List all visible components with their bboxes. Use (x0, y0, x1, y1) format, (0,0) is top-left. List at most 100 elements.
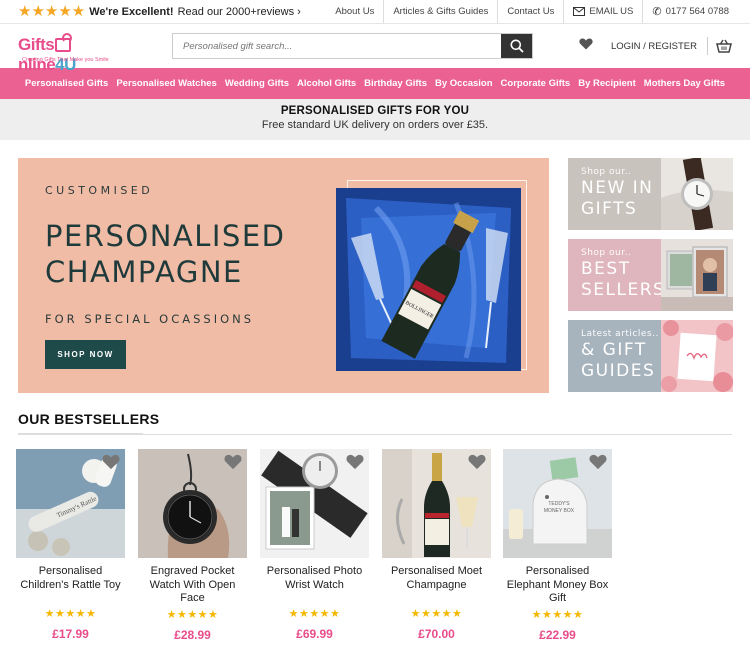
hero-kicker: CUSTOMISED (45, 184, 154, 197)
nav-alcohol-gifts[interactable]: Alcohol Gifts (297, 78, 356, 89)
phone-link[interactable]: ✆ 0177 564 0788 (642, 0, 738, 23)
hero-subtitle: FOR SPECIAL OCASSIONS (45, 312, 255, 326)
wishlist-heart-icon[interactable] (579, 37, 593, 55)
basket-icon[interactable] (716, 39, 732, 53)
shop-now-button[interactable]: SHOP NOW (45, 340, 126, 369)
product-image[interactable]: Timmy's Rattle (16, 449, 125, 558)
tile-gift-guides-big2: GUIDES (581, 361, 656, 381)
product-price: £17.99 (52, 627, 89, 641)
login-register-link[interactable]: LOGIN / REGISTER (611, 37, 708, 55)
product-image[interactable] (138, 449, 247, 558)
wishlist-heart-icon[interactable] (589, 454, 607, 470)
bestsellers-heading: OUR BESTSELLERS (18, 411, 160, 427)
hero-title-line2: CHAMPAGNE (45, 255, 243, 289)
product-price: £28.99 (174, 627, 211, 642)
product-card[interactable]: TEDDY'S MONEY BOX Personalised Elephant … (503, 449, 612, 642)
product-card[interactable]: Timmy's Rattle Personalised Children's R… (16, 449, 125, 641)
email-us-link[interactable]: EMAIL US (563, 0, 642, 23)
nav-wedding-gifts[interactable]: Wedding Gifts (225, 78, 289, 89)
tile-best-sellers-big2: SELLERS (581, 280, 666, 300)
product-rating-stars-icon: ★★★★★ (288, 608, 341, 620)
nav-personalised-watches[interactable]: Personalised Watches (116, 78, 217, 89)
phone-icon: ✆ (652, 6, 662, 18)
promo-strip: PERSONALISED GIFTS FOR YOU Free standard… (0, 99, 750, 140)
svg-text:MONEY BOX: MONEY BOX (544, 508, 575, 514)
wishlist-heart-icon[interactable] (468, 454, 486, 470)
tile-new-in-big2: GIFTS (581, 199, 638, 219)
product-rating-stars-icon: ★★★★★ (44, 608, 97, 620)
product-name[interactable]: Personalised Moet Champagne (382, 565, 491, 605)
nav-personalised-gifts[interactable]: Personalised Gifts (25, 78, 108, 89)
contact-us-link[interactable]: Contact Us (497, 0, 563, 23)
product-card[interactable]: Personalised Moet Champagne ★★★★★ £70.00 (382, 449, 491, 641)
about-us-label: About Us (335, 6, 375, 17)
nav-by-occasion[interactable]: By Occasion (435, 78, 493, 89)
hero-title: PERSONALISED CHAMPAGNE (45, 218, 286, 290)
top-links: About Us Articles & Gifts Guides Contact… (326, 0, 738, 23)
product-name[interactable]: Personalised Photo Wrist Watch (260, 565, 369, 605)
svg-text:TEDDY'S: TEDDY'S (548, 501, 570, 507)
phone-number: 0177 564 0788 (665, 6, 729, 17)
tile-new-in-big1: NEW IN (581, 178, 654, 198)
champagne-gift-box-image: BOLLINGER (336, 188, 521, 371)
logo-tagline: Creating Gifts That Make you Smile (22, 57, 109, 63)
tile-gift-guides-big1: & GIFT (581, 340, 647, 360)
rating-stars-icon: ★★★★★ (18, 3, 86, 20)
product-rating-stars-icon: ★★★★★ (410, 608, 463, 620)
blog-card-image (661, 320, 733, 392)
product-image[interactable]: TEDDY'S MONEY BOX (503, 449, 612, 558)
hero-banner[interactable]: CUSTOMISED PERSONALISED CHAMPAGNE FOR SP… (18, 158, 549, 393)
wristwatch-image (661, 158, 733, 230)
product-price: £69.99 (296, 627, 333, 641)
photo-frames-image (661, 239, 733, 311)
email-us-label: EMAIL US (589, 6, 634, 17)
nav-mothers-day-gifts[interactable]: Mothers Day Gifts (644, 78, 725, 89)
reviews-link[interactable]: Read our 2000+reviews › (178, 6, 301, 18)
product-image[interactable] (260, 449, 369, 558)
articles-label: Articles & Gifts Guides (393, 6, 489, 17)
wishlist-heart-icon[interactable] (102, 454, 120, 470)
product-card[interactable]: Engraved Pocket Watch With Open Face ★★★… (138, 449, 247, 642)
product-name[interactable]: Personalised Elephant Money Box Gift (503, 565, 612, 606)
search-icon (510, 39, 524, 53)
product-name[interactable]: Personalised Children's Rattle Toy (16, 565, 125, 605)
search-button[interactable] (501, 34, 532, 58)
bestsellers-divider-accent (18, 433, 143, 435)
site-header: Giftsnline4U Creating Gifts That Make yo… (0, 24, 750, 74)
tile-best-sellers-small: Shop our.. (581, 248, 632, 258)
tile-gift-guides-small: Latest articles.. (581, 329, 659, 339)
logo-wordmark: Giftsnline4U (18, 33, 128, 75)
about-us-link[interactable]: About Us (326, 0, 383, 23)
header-actions: LOGIN / REGISTER (579, 24, 732, 68)
articles-link[interactable]: Articles & Gifts Guides (383, 0, 497, 23)
review-headline: We're Excellent! (89, 5, 174, 18)
nav-birthday-gifts[interactable]: Birthday Gifts (364, 78, 427, 89)
nav-corporate-gifts[interactable]: Corporate Gifts (501, 78, 571, 89)
product-image[interactable] (382, 449, 491, 558)
wishlist-heart-icon[interactable] (346, 454, 364, 470)
promo-subtitle: Free standard UK delivery on orders over… (261, 119, 489, 131)
product-price: £70.00 (418, 627, 455, 641)
tile-best-sellers-text: Shop our.. BEST SELLERS (581, 248, 665, 300)
product-price: £22.99 (539, 627, 576, 642)
contact-us-label: Contact Us (507, 6, 555, 17)
tile-gift-guides-text: Latest articles.. & GIFT GUIDES (581, 329, 659, 381)
tile-new-in-gifts[interactable]: Shop our.. NEW IN GIFTS (568, 158, 733, 230)
search-bar (172, 33, 533, 59)
tile-new-in-text: Shop our.. NEW IN GIFTS (581, 167, 653, 219)
tile-best-sellers-big1: BEST (581, 259, 631, 279)
search-input[interactable] (173, 34, 501, 58)
gift-box-icon (55, 33, 73, 52)
product-name[interactable]: Engraved Pocket Watch With Open Face (138, 565, 247, 606)
tile-best-sellers[interactable]: Shop our.. BEST SELLERS (568, 239, 733, 311)
site-logo[interactable]: Giftsnline4U Creating Gifts That Make yo… (18, 27, 128, 74)
nav-by-recipient[interactable]: By Recipient (578, 78, 636, 89)
product-rating-stars-icon: ★★★★★ (166, 608, 219, 621)
envelope-icon (573, 7, 586, 16)
promo-title: PERSONALISED GIFTS FOR YOU (280, 105, 470, 117)
product-card[interactable]: Personalised Photo Wrist Watch ★★★★★ £69… (260, 449, 369, 641)
top-bar: ★★★★★ We're Excellent! Read our 2000+rev… (0, 0, 750, 24)
review-summary[interactable]: ★★★★★ We're Excellent! Read our 2000+rev… (18, 4, 301, 19)
wishlist-heart-icon[interactable] (224, 454, 242, 470)
tile-gift-guides[interactable]: Latest articles.. & GIFT GUIDES (568, 320, 733, 392)
